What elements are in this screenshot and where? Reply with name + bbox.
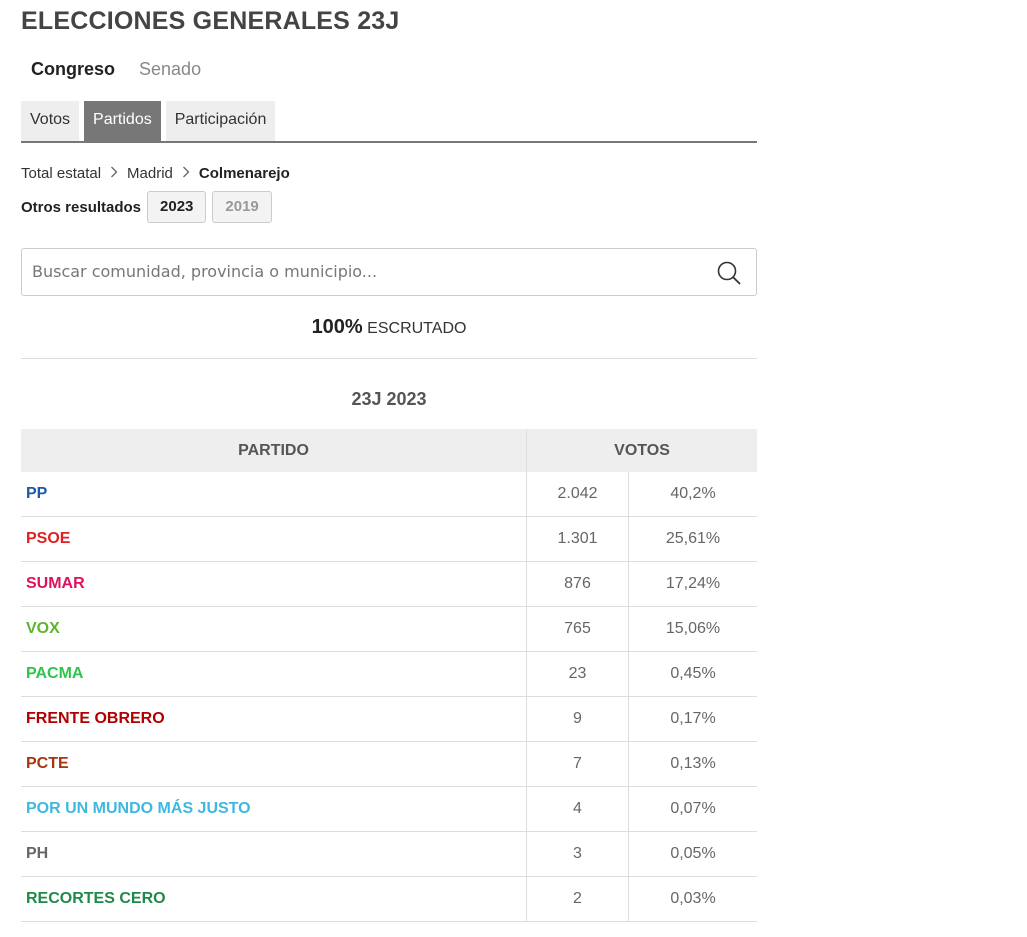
party-share: 0,45% (628, 651, 757, 697)
tab-bar: Votos Partidos Participación (21, 101, 757, 143)
party-share: 0,17% (628, 696, 757, 742)
search-icon[interactable] (716, 260, 742, 286)
party-name: PACMA (21, 651, 527, 697)
tab-votos[interactable]: Votos (21, 101, 80, 141)
party-name: VOX (21, 606, 527, 652)
party-votes: 23 (526, 651, 629, 697)
tab-participacion[interactable]: Participación (165, 101, 276, 141)
party-name: RECORTES CERO (21, 876, 527, 922)
search-box (21, 248, 757, 296)
party-votes: 2 (526, 876, 629, 922)
table-row: VOX 765 15,06% (21, 606, 757, 652)
breadcrumb-madrid[interactable]: Madrid (127, 165, 173, 182)
party-votes: 2.042 (526, 472, 629, 517)
party-votes: 1.301 (526, 516, 629, 562)
results-table: PARTIDO VOTOS PP 2.042 40,2% PSOE 1.301 25,61… (21, 429, 757, 922)
other-results-label: Otros resultados (21, 198, 142, 216)
table-row: FRENTE OBRERO 9 0,17% (21, 696, 757, 742)
party-votes: 3 (526, 831, 629, 877)
party-share: 40,2% (628, 472, 757, 517)
table-row: POR UN MUNDO MÁS JUSTO 4 0,07% (21, 786, 757, 832)
breadcrumb-total-estatal[interactable]: Total estatal (21, 165, 101, 182)
party-share: 0,13% (628, 741, 757, 787)
party-name: FRENTE OBRERO (21, 696, 527, 742)
party-share: 15,06% (628, 606, 757, 652)
breadcrumb-current: Colmenarejo (198, 164, 290, 182)
counted-status: 100% ESCRUTADO (21, 296, 757, 359)
party-share: 17,24% (628, 561, 757, 607)
party-votes: 765 (526, 606, 629, 652)
tab-partidos[interactable]: Partidos (84, 101, 161, 141)
year-2019-button[interactable]: 2019 (212, 191, 272, 223)
party-name: PP (21, 472, 527, 517)
breadcrumb: Total estatal Madrid Colmenarejo (21, 161, 757, 185)
party-name: POR UN MUNDO MÁS JUSTO (21, 786, 527, 832)
party-votes: 9 (526, 696, 629, 742)
year-2023-button[interactable]: 2023 (147, 191, 207, 223)
counted-percent: 100% (311, 316, 363, 338)
party-name: PCTE (21, 741, 527, 787)
party-votes: 876 (526, 561, 629, 607)
table-row: PP 2.042 40,2% (21, 472, 757, 517)
results-page: ELECCIONES GENERALES 23J Congreso Senado… (21, 0, 757, 922)
counted-label: ESCRUTADO (367, 320, 467, 337)
table-header-row: PARTIDO VOTOS (21, 429, 757, 472)
chevron-right-icon (182, 165, 190, 181)
table-row: PSOE 1.301 25,61% (21, 516, 757, 562)
table-row: SUMAR 876 17,24% (21, 561, 757, 607)
table-row: PCTE 7 0,13% (21, 741, 757, 787)
results-table-body: PP 2.042 40,2% PSOE 1.301 25,61% SUMAR 876 17,24… (21, 472, 757, 922)
chamber-selector: Congreso Senado (21, 42, 757, 96)
party-share: 0,05% (628, 831, 757, 877)
header-partido: PARTIDO (21, 429, 527, 472)
party-name: SUMAR (21, 561, 527, 607)
header-votos: VOTOS (526, 429, 757, 472)
party-share: 25,61% (628, 516, 757, 562)
table-row: PH 3 0,05% (21, 831, 757, 877)
table-row: PACMA 23 0,45% (21, 651, 757, 697)
party-votes: 7 (526, 741, 629, 787)
page-title: ELECCIONES GENERALES 23J (21, 7, 400, 35)
other-results: Otros resultados 2023 2019 (21, 190, 757, 224)
results-table-title: 23J 2023 (351, 389, 427, 409)
chamber-senado[interactable]: Senado (139, 59, 201, 80)
search-input[interactable] (22, 249, 692, 293)
chamber-congreso[interactable]: Congreso (31, 59, 115, 80)
chevron-right-icon (110, 165, 118, 181)
party-name: PSOE (21, 516, 527, 562)
party-name: PH (21, 831, 527, 877)
table-row: RECORTES CERO 2 0,03% (21, 876, 757, 922)
party-share: 0,03% (628, 876, 757, 922)
party-share: 0,07% (628, 786, 757, 832)
party-votes: 4 (526, 786, 629, 832)
